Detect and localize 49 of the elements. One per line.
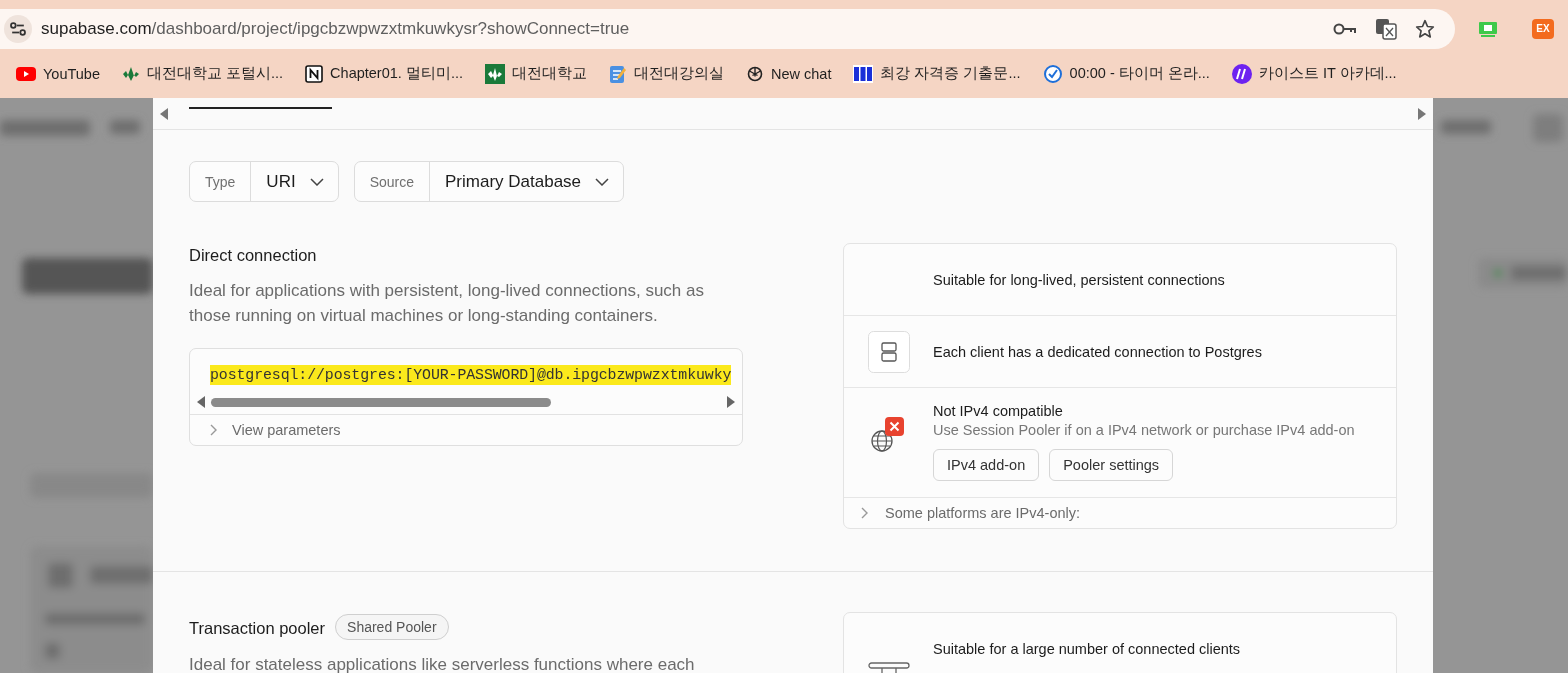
- star-icon[interactable]: [1415, 18, 1435, 39]
- leaf-icon: [122, 65, 140, 82]
- section-description: Ideal for stateless applications like serverless functions where each: [189, 654, 696, 673]
- pooler-icon: [867, 662, 910, 673]
- section-description: Ideal for applications with persistent, long-lived connections, such as those running on virtual machines or long-standing containers.: [189, 280, 705, 327]
- feature-title: Not IPv4 compatible: [933, 403, 1064, 419]
- bookmark-item[interactable]: New chat: [745, 64, 832, 83]
- knot-icon: [745, 64, 764, 83]
- bookmark-item[interactable]: 대전대학교 포털시...: [122, 64, 284, 83]
- chevron-down-icon: [595, 177, 610, 186]
- site-settings-icon[interactable]: [4, 14, 32, 43]
- section-title: Direct connection: [189, 246, 318, 265]
- bookmark-item[interactable]: 00:00 - 타이머 온라...: [1042, 63, 1210, 84]
- feature-text: Each client has a dedicated connection to Postgres: [933, 343, 1262, 360]
- notepad-icon: [608, 63, 627, 84]
- feature-text: Suitable for long-lived, persistent connections: [933, 271, 1225, 288]
- bookmark-item[interactable]: 대전대강의실: [608, 63, 724, 84]
- server-icon: [867, 330, 910, 373]
- bookmark-item[interactable]: 대전대학교: [484, 63, 587, 84]
- notion-icon: [305, 64, 324, 83]
- bookmark-item[interactable]: Chapter01. 멀티미...: [305, 64, 463, 83]
- play-icon: [16, 66, 36, 81]
- bookmark-item[interactable]: 최강 자격증 기출문...: [853, 64, 1021, 83]
- bars-icon: [853, 64, 874, 83]
- scroll-left-icon[interactable]: [159, 107, 169, 120]
- view-parameters-toggle[interactable]: View parameters: [190, 414, 742, 445]
- pooler-badge: Shared Pooler: [335, 614, 449, 640]
- bookmark-item[interactable]: YouTube: [16, 65, 100, 82]
- key-icon[interactable]: [1333, 21, 1357, 36]
- check-circle-icon: [1042, 63, 1063, 84]
- slash-circle-icon: [1231, 63, 1252, 84]
- chevron-right-icon: [861, 507, 869, 519]
- feature-text: Suitable for a large number of connected clients: [933, 640, 1241, 657]
- feature-text: Use Session Pooler if on a IPv4 network or purchase IPv4 add-on: [933, 422, 1355, 438]
- leaf-icon: [484, 63, 505, 84]
- address-bar[interactable]: supabase.com/dashboard/project/ipgcbzwpwzxtmkuwkysr?showConnect=true: [0, 8, 1455, 49]
- ipv4-info-toggle[interactable]: Some platforms are IPv4-only:: [844, 498, 1396, 528]
- chevron-down-icon: [309, 177, 324, 186]
- url-text: supabase.com/dashboard/project/ipgcbzwpwzxtmkuwkysr?showConnect=true: [41, 18, 630, 39]
- action-button[interactable]: IPv4 add-on: [933, 449, 1040, 481]
- scroll-right-icon[interactable]: [1417, 107, 1427, 120]
- chevron-right-icon: [210, 424, 218, 436]
- translate-icon[interactable]: [1375, 17, 1397, 40]
- bookmark-item[interactable]: 카이스트 IT 아카데...: [1231, 63, 1397, 84]
- action-button[interactable]: Pooler settings: [1049, 449, 1174, 481]
- select-field[interactable]: Source Primary Database: [353, 161, 625, 202]
- section-title: Transaction pooler: [189, 619, 326, 638]
- select-field[interactable]: Type URI: [189, 161, 339, 202]
- connection-string: postgresql://postgres:[YOUR-PASSWORD]@db.ipgcbzwpwzxtmkuwky: [210, 365, 732, 385]
